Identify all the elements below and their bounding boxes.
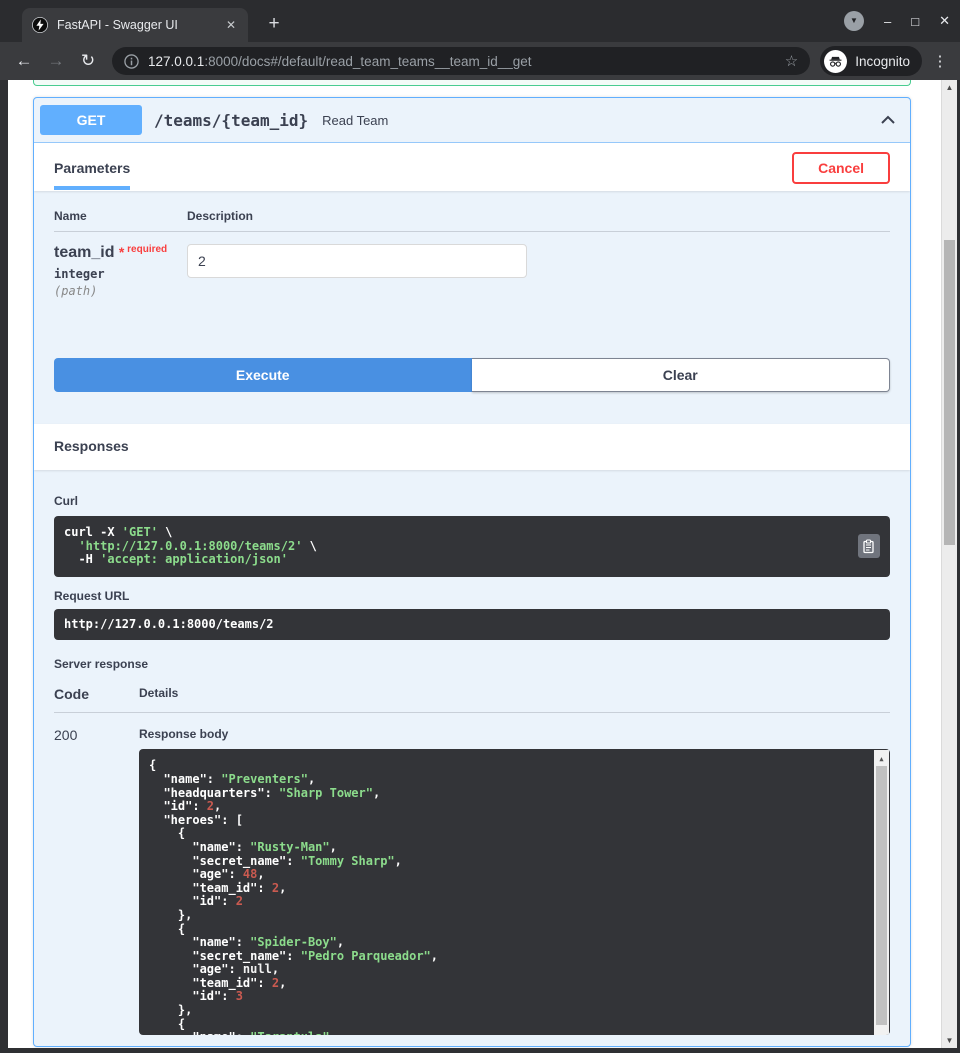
opblock-summary[interactable]: GET /teams/{team_id} Read Team: [34, 98, 910, 143]
details-column-header: Details: [139, 686, 178, 702]
endpoint-summary: Read Team: [322, 113, 878, 128]
response-details-cell: Response body { "name": "Preventers", "h…: [139, 727, 890, 1035]
cancel-button[interactable]: Cancel: [792, 152, 890, 184]
endpoint-path: /teams/{team_id}: [154, 111, 308, 130]
forward-button[interactable]: →: [42, 47, 70, 75]
back-button[interactable]: ←: [10, 47, 38, 75]
response-row: 200 Response body { "name": "Preventers"…: [54, 713, 890, 1035]
request-url-value: http://127.0.0.1:8000/teams/2: [64, 617, 274, 631]
address-bar[interactable]: 127.0.0.1:8000/docs#/default/read_team_t…: [112, 47, 810, 75]
scroll-down-icon[interactable]: ▼: [942, 1036, 957, 1045]
responses-body: Curl curl -X 'GET' \ 'http://127.0.0.1:8…: [34, 470, 910, 1035]
response-scrollbar-thumb[interactable]: [876, 766, 887, 1025]
responses-header: Responses: [34, 424, 910, 470]
required-label: required: [124, 244, 167, 255]
parameters-table-head: Name Description: [54, 209, 890, 232]
response-body-scrollbar[interactable]: ▲: [874, 750, 889, 1035]
page-scrollbar[interactable]: ▲ ▼: [941, 80, 957, 1048]
opblock-get-read-team: GET /teams/{team_id} Read Team Parameter…: [33, 97, 911, 1047]
request-url-label: Request URL: [54, 589, 890, 603]
site-info-icon[interactable]: [124, 54, 139, 69]
previous-opblock-edge: [33, 80, 911, 86]
code-column-header: Code: [54, 686, 139, 702]
incognito-label: Incognito: [855, 54, 910, 69]
browser-tab[interactable]: FastAPI - Swagger UI ✕: [22, 8, 248, 42]
fastapi-favicon-icon: [32, 17, 48, 33]
response-body-label: Response body: [139, 727, 890, 741]
page-scrollbar-thumb[interactable]: [944, 240, 955, 545]
scroll-up-icon[interactable]: ▲: [874, 753, 889, 767]
tab-search-icon[interactable]: ▼: [844, 11, 864, 31]
tab-bar: FastAPI - Swagger UI ✕ + ▼ – □ ✕: [0, 0, 960, 42]
parameters-header: Parameters Cancel: [34, 143, 910, 191]
execute-row: Execute Clear: [54, 358, 890, 392]
column-name: Name: [54, 209, 187, 223]
response-body-block: { "name": "Preventers", "headquarters": …: [139, 749, 890, 1035]
collapse-chevron-icon[interactable]: [878, 110, 898, 130]
column-description: Description: [187, 209, 253, 223]
page-viewport: GET /teams/{team_id} Read Team Parameter…: [8, 80, 941, 1048]
swagger-ui: GET /teams/{team_id} Read Team Parameter…: [33, 80, 911, 1047]
execute-button[interactable]: Execute: [54, 358, 472, 392]
maximize-button[interactable]: □: [911, 14, 919, 29]
tab-title: FastAPI - Swagger UI: [57, 18, 222, 32]
tab-close-icon[interactable]: ✕: [222, 16, 240, 34]
reload-button[interactable]: ↻: [74, 47, 102, 75]
minimize-button[interactable]: –: [884, 14, 891, 29]
url-host: 127.0.0.1: [148, 54, 204, 69]
parameter-value-cell: [187, 244, 527, 298]
status-code: 200: [54, 727, 139, 1035]
incognito-badge: Incognito: [820, 46, 922, 76]
browser-window: FastAPI - Swagger UI ✕ + ▼ – □ ✕ ← → ↻ 1…: [0, 0, 960, 1053]
method-badge: GET: [40, 105, 142, 135]
response-table-head: Code Details: [54, 686, 890, 713]
close-window-button[interactable]: ✕: [939, 13, 950, 29]
copy-to-clipboard-button[interactable]: [858, 534, 880, 558]
parameters-title: Parameters: [54, 154, 130, 190]
scroll-up-icon[interactable]: ▲: [942, 83, 957, 92]
curl-label: Curl: [54, 494, 890, 508]
url-text[interactable]: 127.0.0.1:8000/docs#/default/read_team_t…: [148, 54, 777, 69]
parameters-table: Name Description team_id * required inte…: [34, 191, 910, 298]
request-url-block: http://127.0.0.1:8000/teams/2: [54, 609, 890, 641]
parameter-meta: team_id * required integer (path): [54, 244, 187, 298]
url-path: :8000/docs#/default/read_team_teams__tea…: [204, 54, 531, 69]
curl-command-block: curl -X 'GET' \ 'http://127.0.0.1:8000/t…: [54, 516, 890, 577]
browser-menu-icon[interactable]: ⋮: [930, 52, 950, 70]
window-frame: GET /teams/{team_id} Read Team Parameter…: [0, 80, 960, 1053]
responses-title: Responses: [54, 438, 129, 454]
parameter-type: integer: [54, 267, 187, 281]
new-tab-button[interactable]: +: [262, 13, 286, 37]
incognito-icon: [824, 50, 847, 73]
team-id-input[interactable]: [187, 244, 527, 278]
browser-toolbar: ← → ↻ 127.0.0.1:8000/docs#/default/read_…: [0, 42, 960, 80]
parameter-name: team_id * required: [54, 244, 187, 262]
window-controls: ▼ – □ ✕: [844, 0, 950, 42]
clear-button[interactable]: Clear: [472, 358, 891, 392]
server-response-label: Server response: [54, 657, 890, 671]
parameter-row: team_id * required integer (path): [54, 232, 890, 298]
parameter-location: (path): [54, 284, 187, 298]
bookmark-star-icon[interactable]: ☆: [785, 52, 798, 70]
